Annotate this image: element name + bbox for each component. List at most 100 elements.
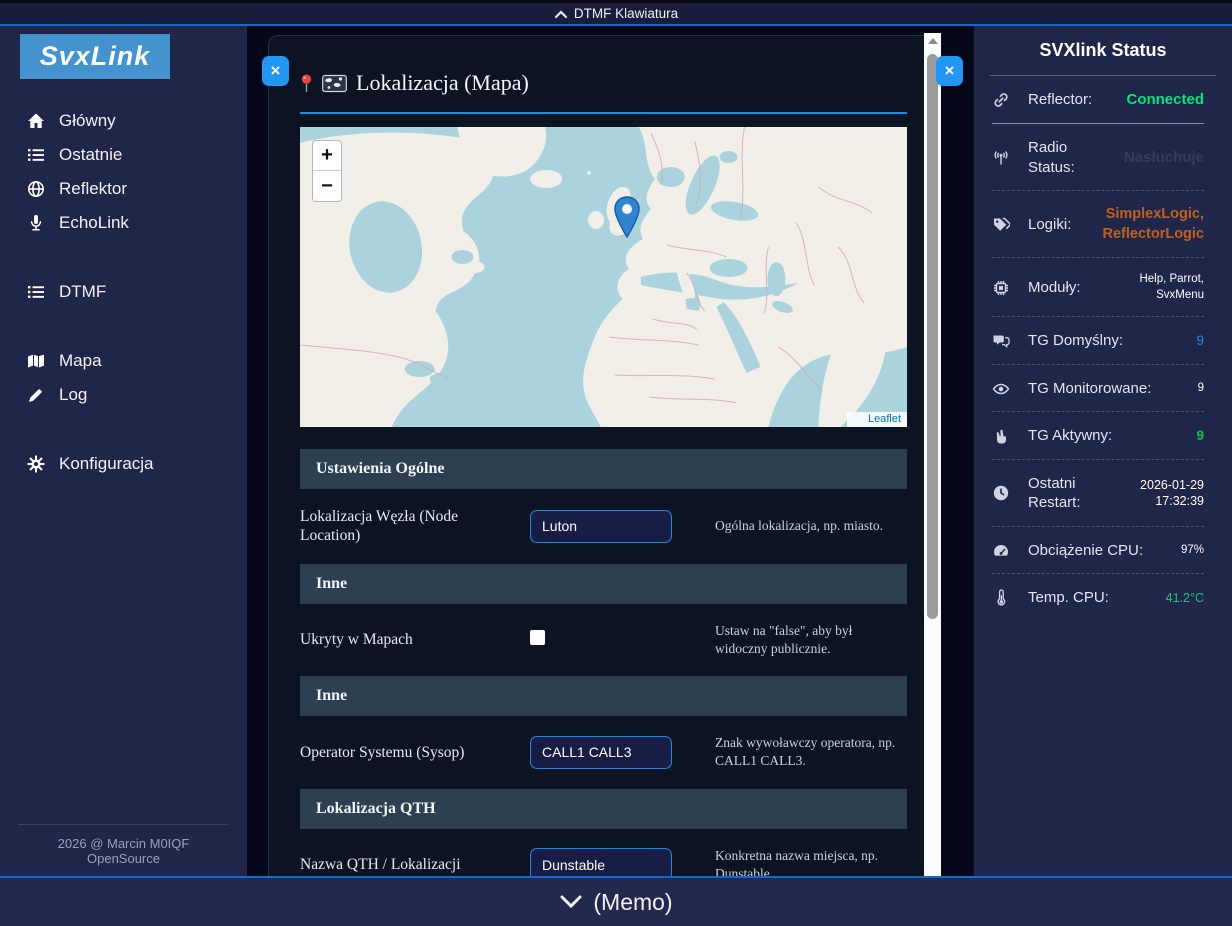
sidebar-item-dtmf[interactable]: DTMF	[0, 275, 247, 309]
map-icon	[26, 352, 46, 370]
footer-divider	[18, 824, 229, 825]
clock-icon	[992, 484, 1010, 502]
field-label: Operator Systemu (Sysop)	[300, 743, 508, 762]
comments-icon	[992, 332, 1010, 350]
field-label: Lokalizacja Węzła (Node Location)	[300, 507, 508, 546]
status-value: 2026-01-29 17:32:39	[1093, 477, 1204, 511]
tags-icon	[992, 216, 1010, 234]
form-row-sysop: Operator Systemu (Sysop) Znak wywoławczy…	[300, 722, 907, 782]
map-attribution: Leaflet	[847, 412, 907, 427]
main-area: Lokalizacja (Mapa)	[247, 26, 973, 876]
status-label: Ostatni Restart:	[1028, 474, 1081, 513]
status-label: Moduły:	[1028, 278, 1081, 298]
status-row-last-restart: Ostatni Restart: 2026-01-29 17:32:39	[974, 460, 1232, 526]
status-row-logics: Logiki: SimplexLogic, ReflectorLogic	[974, 191, 1232, 257]
sidebar: SvxLink Główny Ostatnie Reflektor EchoLi…	[0, 26, 247, 876]
status-row-modules: Moduły: Help, Parrot, SvxMenu	[974, 258, 1232, 316]
status-panel: SVXlink Status Reflector: Connected Radi…	[973, 26, 1232, 876]
eye-icon	[992, 380, 1010, 398]
gear-icon	[26, 455, 46, 473]
sidebar-item-konfiguracja[interactable]: Konfiguracja	[0, 447, 247, 481]
sidebar-item-ostatnie[interactable]: Ostatnie	[0, 138, 247, 172]
bottom-bar-label: (Memo)	[593, 889, 672, 916]
top-bar-label: DTMF Klawiatura	[574, 6, 678, 21]
link-icon	[992, 91, 1010, 109]
hidden-on-maps-checkbox[interactable]	[530, 630, 545, 645]
modal-title-row: Lokalizacja (Mapa)	[300, 70, 907, 96]
leaflet-link[interactable]: Leaflet	[868, 413, 901, 425]
map-marker-pin[interactable]	[614, 196, 641, 243]
section-header: Inne	[300, 676, 907, 716]
sidebar-item-log[interactable]: Log	[0, 378, 247, 412]
location-map-modal: Lokalizacja (Mapa)	[268, 35, 932, 876]
modal-scrollbar[interactable]	[924, 33, 941, 876]
footer-license: OpenSource	[0, 852, 247, 866]
sidebar-item-label: DTMF	[59, 282, 106, 302]
map-zoom-control: + −	[312, 140, 342, 202]
status-value: 9	[1196, 427, 1204, 445]
sidebar-item-label: EchoLink	[59, 213, 129, 233]
status-label: Reflector:	[1028, 90, 1114, 110]
sidebar-item-label: Konfiguracja	[59, 454, 154, 474]
status-label: TG Domyślny:	[1028, 331, 1184, 351]
footer-credit: 2026 @ Marcin M0IQF	[0, 837, 247, 851]
zoom-out-button[interactable]: −	[313, 171, 341, 201]
chip-icon	[992, 279, 1010, 297]
section-header: Inne	[300, 564, 907, 604]
pen-icon	[26, 386, 46, 404]
hand-icon	[992, 427, 1010, 445]
scrollbar-up-arrow-icon[interactable]	[928, 38, 938, 44]
field-hint: Ustaw na "false", aby był widoczny publi…	[715, 622, 907, 658]
field-hint: Znak wywoławczy operatora, np. CALL1 CAL…	[715, 734, 907, 770]
status-value: 9	[1196, 332, 1204, 350]
status-row-cpu-temp: Temp. CPU: 41.2°C	[974, 574, 1232, 621]
memo-drawer-toggle[interactable]: (Memo)	[0, 876, 1232, 926]
sidebar-item-label: Ostatnie	[59, 145, 122, 165]
field-label: Ukryty w Mapach	[300, 630, 508, 649]
globe-icon	[26, 180, 46, 198]
dtmf-keyboard-drawer-toggle[interactable]: DTMF Klawiatura	[0, 0, 1232, 26]
status-label: Temp. CPU:	[1028, 588, 1154, 608]
status-row-radio-status: Radio Status: Nasłuchuje	[974, 124, 1232, 190]
sidebar-item-echolink[interactable]: EchoLink	[0, 206, 247, 240]
sidebar-item-label: Reflektor	[59, 179, 127, 199]
sidebar-item-label: Log	[59, 385, 87, 405]
form-row-node-location: Lokalizacja Węzła (Node Location) Ogólna…	[300, 495, 907, 558]
antenna-icon	[992, 149, 1010, 167]
sysop-input[interactable]	[530, 736, 672, 769]
status-value: Nasłuchuje	[1124, 148, 1204, 168]
form-row-hidden-on-maps: Ukryty w Mapach Ustaw na "false", aby by…	[300, 610, 907, 670]
node-location-input[interactable]	[530, 510, 672, 543]
status-panel-title: SVXlink Status	[974, 26, 1232, 61]
scrollbar-thumb[interactable]	[927, 54, 938, 619]
leaflet-map[interactable]: + − Leaflet	[300, 127, 907, 427]
location-form: Ustawienia Ogólne Lokalizacja Węzła (Nod…	[300, 449, 907, 876]
sidebar-item-reflektor[interactable]: Reflektor	[0, 172, 247, 206]
sidebar-item-glowny[interactable]: Główny	[0, 104, 247, 138]
modal-close-button[interactable]: ×	[262, 56, 289, 86]
status-label: Obciążenie CPU:	[1028, 541, 1169, 561]
zoom-in-button[interactable]: +	[313, 141, 341, 171]
field-label: Nazwa QTH / Lokalizacji	[300, 855, 508, 874]
status-value: SimplexLogic, ReflectorLogic	[1086, 205, 1204, 244]
sidebar-item-mapa[interactable]: Mapa	[0, 344, 247, 378]
status-panel-close-button[interactable]: ×	[936, 56, 963, 86]
status-value: 9	[1198, 381, 1204, 397]
status-row-tg-default: TG Domyślny: 9	[974, 317, 1232, 364]
world-map-icon	[322, 74, 347, 93]
app-logo[interactable]: SvxLink	[20, 34, 170, 79]
thermometer-icon	[992, 589, 1010, 607]
status-label: Radio Status:	[1028, 138, 1112, 177]
section-header: Ustawienia Ogólne	[300, 449, 907, 489]
status-row-tg-monitored: TG Monitorowane: 9	[974, 365, 1232, 412]
modal-title: Lokalizacja (Mapa)	[356, 70, 529, 96]
qth-name-input[interactable]	[530, 848, 672, 876]
title-underline	[300, 112, 907, 114]
ukraine-flag-icon	[852, 415, 864, 423]
status-row-cpu-load: Obciążenie CPU: 97%	[974, 527, 1232, 574]
status-label: TG Aktywny:	[1028, 426, 1184, 446]
sidebar-nav: Główny Ostatnie Reflektor EchoLink DTMF	[0, 104, 247, 481]
field-hint: Ogólna lokalizacja, np. miasto.	[715, 517, 907, 535]
list-icon	[26, 283, 46, 301]
section-header: Lokalizacja QTH	[300, 789, 907, 829]
